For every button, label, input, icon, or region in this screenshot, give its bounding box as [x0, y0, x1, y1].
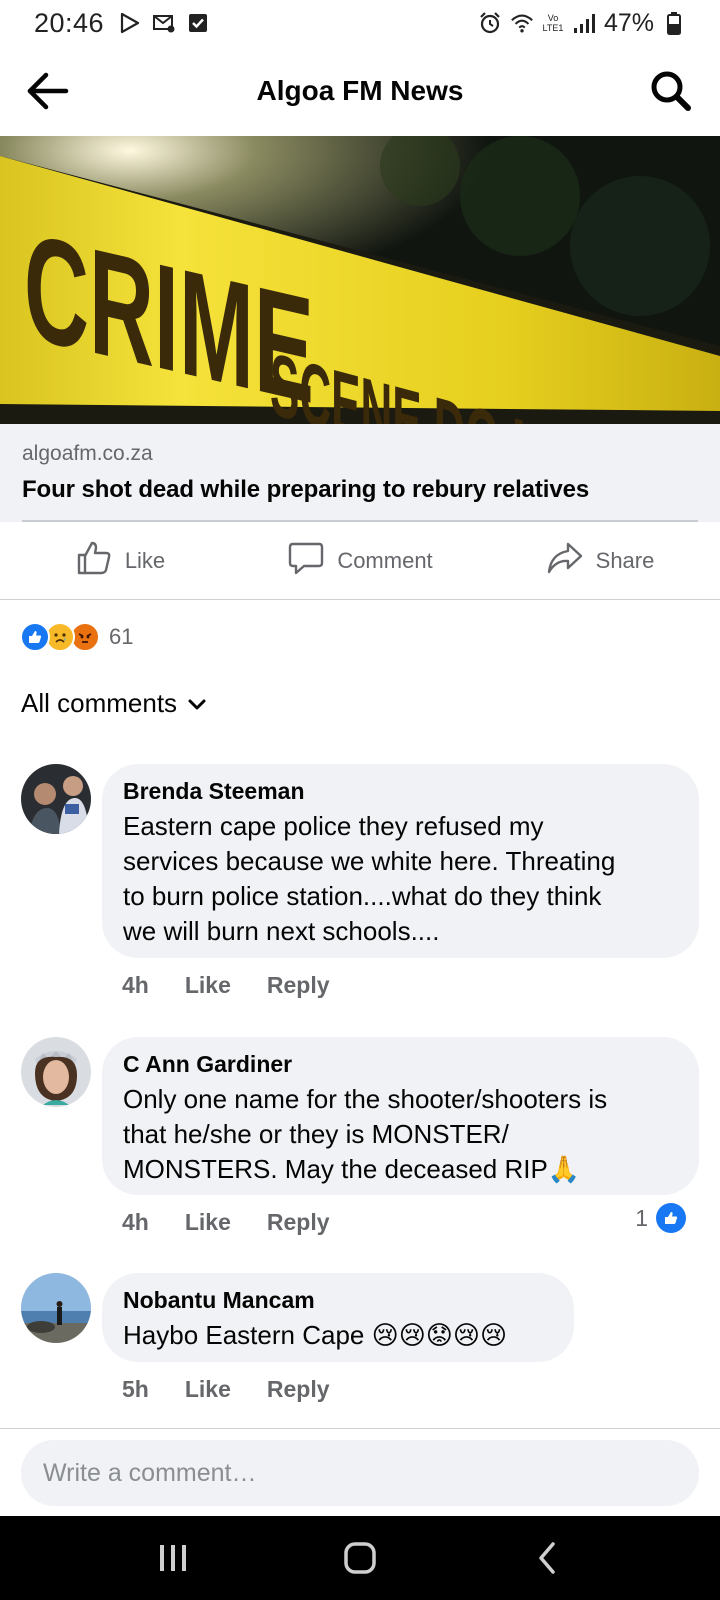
share-button[interactable]: Share	[480, 522, 720, 599]
status-bar: 20:46 Vo LTE1 47%	[0, 0, 720, 46]
thumbs-up-icon	[656, 1203, 686, 1233]
comment-icon	[287, 539, 325, 583]
comment-author[interactable]: C Ann Gardiner	[123, 1051, 679, 1078]
battery-icon	[662, 11, 686, 35]
comment-reply-button[interactable]: Reply	[267, 1209, 330, 1236]
like-label: Like	[124, 547, 166, 573]
action-bar: Like Comment Share	[0, 522, 720, 600]
comment-bubble[interactable]: C Ann Gardiner Only one name for the sho…	[102, 1037, 699, 1195]
link-title: Four shot dead while preparing to rebury…	[22, 476, 590, 503]
comments-filter-label: All comments	[21, 688, 178, 718]
comment-author[interactable]: Nobantu Mancam	[123, 1287, 554, 1314]
comment-line: Only one name for the shooter/shooters i…	[123, 1084, 608, 1114]
share-label: Share	[595, 547, 655, 573]
comment-text: Eastern cape police they refused my serv…	[123, 809, 679, 949]
comment-reply-button[interactable]: Reply	[267, 972, 330, 999]
reactions-summary[interactable]: 61	[20, 620, 133, 654]
comment-like-button[interactable]: Like	[185, 972, 231, 999]
comment-line: Eastern cape police they refused my	[123, 811, 544, 841]
avatar[interactable]	[21, 764, 91, 834]
system-nav-bar	[0, 1516, 720, 1600]
comment-line: services because we white here. Threatin…	[123, 846, 616, 876]
page-title: Algoa FM News	[256, 75, 464, 106]
comment-time: 5h	[122, 1376, 149, 1402]
battery-percent: 47%	[603, 8, 654, 37]
avatar[interactable]	[21, 1273, 91, 1343]
comment-meta: 5h Like Reply	[122, 1376, 330, 1403]
comment-like-button[interactable]: Like	[185, 1376, 231, 1403]
status-time: 20:46	[34, 7, 105, 38]
system-icons: Vo LTE1 47%	[478, 9, 686, 38]
comment-button[interactable]: Comment	[240, 522, 480, 599]
comment-reply-button[interactable]: Reply	[267, 1376, 330, 1403]
mail-settings-icon	[152, 11, 176, 35]
home-icon[interactable]	[330, 1528, 390, 1588]
notification-icons	[118, 11, 210, 35]
reaction-count: 61	[109, 624, 134, 649]
comment-time: 4h	[122, 972, 149, 998]
comment-line: that he/she or they is MONSTER/	[123, 1119, 509, 1149]
comment-bubble[interactable]: Nobantu Mancam Haybo Eastern Cape 😢😢😟😢😢	[102, 1273, 574, 1362]
comment-text: Only one name for the shooter/shooters i…	[123, 1082, 679, 1187]
comment-input[interactable]	[21, 1440, 699, 1506]
avatar[interactable]	[21, 1037, 91, 1107]
like-button[interactable]: Like	[0, 522, 240, 599]
comment-time: 4h	[122, 1209, 149, 1235]
thumbs-up-icon	[75, 539, 113, 583]
comment-line: we will burn next schools....	[123, 916, 440, 946]
comment-line: Haybo Eastern Cape 😢😢😟😢😢	[123, 1320, 508, 1350]
comments-filter-dropdown[interactable]: All comments	[21, 688, 207, 719]
comment-composer	[0, 1428, 720, 1516]
comment-label: Comment	[337, 547, 433, 573]
comment-meta: 4h Like Reply	[122, 1209, 330, 1236]
carrier-label: Vo LTE1	[542, 13, 564, 33]
search-icon[interactable]	[648, 68, 694, 114]
comment-line: to burn police station....what do they t…	[123, 881, 602, 911]
back-icon[interactable]	[517, 1528, 577, 1588]
alarm-icon	[478, 11, 502, 35]
play-store-icon	[118, 11, 142, 35]
signal-icon	[572, 11, 596, 35]
recents-icon[interactable]	[143, 1528, 203, 1588]
comment-text: Haybo Eastern Cape 😢😢😟😢😢	[123, 1318, 554, 1353]
comment-meta: 4h Like Reply	[122, 972, 330, 999]
link-domain: algoafm.co.za	[22, 442, 153, 465]
link-preview[interactable]: algoafm.co.za Four shot dead while prepa…	[0, 424, 720, 522]
like-count-value: 1	[635, 1204, 648, 1231]
wifi-icon	[510, 11, 534, 35]
comment-bubble[interactable]: Brenda Steeman Eastern cape police they …	[102, 764, 699, 958]
comment-like-count[interactable]: 1	[635, 1203, 686, 1233]
post-image[interactable]: CRIME SCENE DO NOT CROSS	[0, 136, 720, 424]
app-header: Algoa FM News	[0, 46, 720, 136]
comment-author[interactable]: Brenda Steeman	[123, 778, 679, 805]
back-arrow-icon[interactable]	[26, 70, 72, 112]
comment-like-button[interactable]: Like	[185, 1209, 231, 1236]
like-reaction-icon	[20, 622, 50, 652]
chevron-down-icon	[187, 688, 207, 719]
comment-line: MONSTERS. May the deceased RIP🙏	[123, 1154, 581, 1184]
share-icon	[546, 539, 584, 583]
checkbox-icon	[186, 11, 210, 35]
